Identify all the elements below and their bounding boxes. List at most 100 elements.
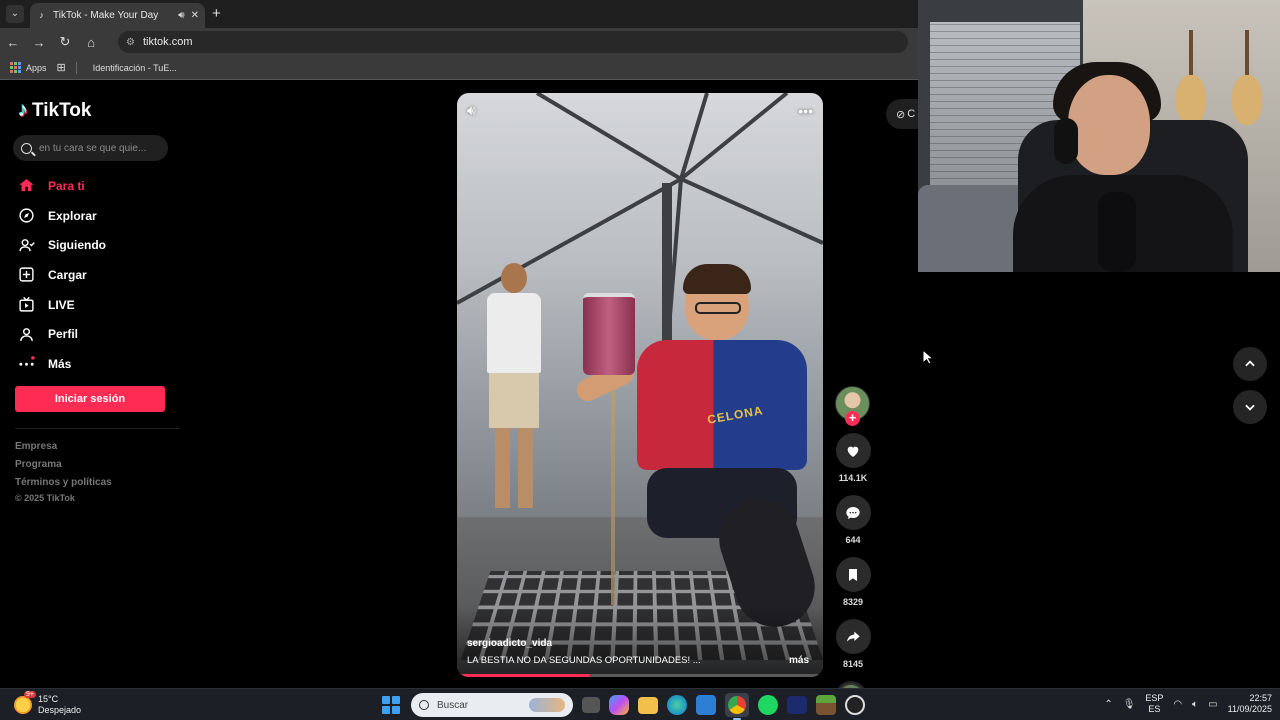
minecraft-icon[interactable] — [816, 695, 836, 715]
close-tab-icon[interactable]: ✕ — [191, 10, 199, 21]
obs-icon[interactable] — [845, 695, 865, 715]
new-tab-button[interactable]: + — [212, 5, 221, 22]
search-bar[interactable] — [13, 135, 168, 161]
nav-label: LIVE — [48, 297, 75, 312]
like-count: 114.1K — [838, 473, 868, 483]
bookmark-grid-icon[interactable]: ⊞ — [57, 61, 66, 74]
url-text: tiktok.com — [142, 36, 193, 48]
previous-video-button[interactable] — [1233, 347, 1267, 381]
video-progress-bar[interactable] — [457, 674, 823, 677]
nav-item-siguiendo[interactable]: Siguiendo — [18, 230, 106, 260]
follow-plus-icon[interactable]: + — [845, 411, 860, 426]
nav-label: Siguiendo — [48, 238, 106, 253]
share-icon — [847, 631, 860, 642]
search-icon — [21, 142, 32, 154]
bookmark-identificacion-label: Identificación - TuE... — [92, 62, 177, 73]
clock[interactable]: 22:57 11/09/2025 — [1228, 693, 1272, 715]
save-button[interactable] — [835, 557, 871, 592]
footer-link-empresa[interactable]: Empresa — [15, 441, 112, 459]
battery-icon[interactable]: ▭ — [1208, 699, 1217, 710]
chevron-up-tray-icon[interactable]: ⌃ — [1104, 699, 1112, 710]
like-button[interactable] — [835, 433, 871, 468]
caption-more-link[interactable]: más — [789, 655, 809, 666]
volume-icon[interactable]: 🔊︎ — [467, 102, 476, 119]
address-bar[interactable]: ⚙ tiktok.com — [118, 31, 908, 53]
more-options-icon[interactable]: ••• — [798, 103, 813, 119]
video-player[interactable]: CELONA 🔊︎ ••• sergioadicto_vida LA BESTI… — [457, 93, 823, 677]
bookmarks-bar: Apps ⊞ Identificación - TuE... — [0, 56, 918, 80]
video-caption: LA BESTIA NO DA SEGUNDAS OPORTUNIDADES! … — [467, 655, 701, 666]
keyboard-layout: ES — [1148, 704, 1161, 714]
creator-avatar[interactable]: + — [835, 386, 870, 426]
copyright-text: © 2025 TikTok — [15, 493, 75, 503]
bookmark-apps[interactable]: Apps — [10, 62, 47, 73]
share-action: 8145 — [835, 619, 871, 669]
live-icon — [18, 296, 35, 313]
search-input[interactable] — [39, 142, 159, 154]
forward-icon[interactable]: → — [26, 35, 52, 50]
compass-icon — [18, 207, 35, 224]
clock-date: 11/09/2025 — [1227, 704, 1272, 714]
store-icon[interactable] — [696, 695, 716, 715]
tiktok-logo[interactable]: ♪ TikTok — [18, 99, 91, 122]
language-indicator[interactable]: ESP ES — [1145, 693, 1163, 715]
chrome-icon[interactable] — [725, 693, 749, 720]
microphone-icon[interactable]: 🎙︎ — [1123, 699, 1136, 710]
taskbar-search-placeholder: Buscar — [437, 699, 469, 711]
nav-item-para-ti[interactable]: Para ti — [18, 171, 106, 201]
bookmark-icon — [849, 568, 857, 581]
nav-item-cargar[interactable]: Cargar — [18, 260, 106, 290]
edge-icon[interactable] — [667, 695, 687, 715]
copilot-icon[interactable] — [609, 695, 629, 715]
video-top-controls: 🔊︎ ••• — [467, 102, 813, 119]
nav-item-perfil[interactable]: Perfil — [18, 319, 106, 349]
webcam-overlay — [918, 0, 1280, 272]
tiktok-note-icon: ♪ — [18, 99, 28, 121]
weather-widget[interactable]: 9+ 15°C Despejado — [14, 691, 81, 716]
video-progress-fill — [457, 674, 589, 677]
speaker-icon[interactable]: 🔊︎ — [178, 10, 184, 21]
wifi-icon[interactable]: ◠ — [1173, 699, 1182, 710]
heart-icon — [847, 446, 859, 457]
search-highlight-icon — [529, 698, 565, 712]
tiktok-page: ♪ TikTok Para ti Explorar — [0, 81, 926, 713]
nav-label: Cargar — [48, 267, 87, 282]
windows-start-icon[interactable] — [380, 694, 402, 716]
tab-search-button[interactable]: ⌄ — [6, 5, 24, 23]
site-info-icon[interactable]: ⚙ — [126, 37, 135, 48]
spotify-icon[interactable] — [758, 695, 778, 715]
footer-links: Empresa Programa Términos y políticas © … — [15, 441, 112, 511]
login-button[interactable]: Iniciar sesión — [15, 386, 165, 412]
task-view-icon[interactable] — [582, 697, 600, 713]
volume-tray-icon[interactable]: 🔈︎ — [1192, 699, 1198, 710]
share-button[interactable] — [835, 619, 871, 654]
paint-can — [583, 293, 635, 375]
file-explorer-icon[interactable] — [638, 696, 658, 714]
system-tray: ⌃ 🎙︎ ESP ES ◠ 🔈︎ ▭ 22:57 11/09/2025 — [1104, 693, 1272, 715]
next-video-button[interactable] — [1233, 390, 1267, 424]
bookmark-identificacion[interactable]: Identificación - TuE... — [93, 63, 177, 73]
reload-icon[interactable]: ↻ — [52, 34, 78, 50]
app-icon-blue[interactable] — [787, 696, 807, 714]
language-code: ESP — [1145, 693, 1164, 703]
footer-link-programa[interactable]: Programa — [15, 459, 112, 477]
back-icon[interactable]: ← — [0, 35, 26, 50]
home-browser-icon[interactable]: ⌂ — [78, 35, 104, 50]
browser-tab[interactable]: ♪ TikTok - Make Your Day 🔊︎ ✕ — [30, 3, 205, 28]
taskbar-search[interactable]: Buscar — [411, 693, 573, 717]
tab-title: TikTok - Make Your Day — [53, 10, 159, 21]
logo-text: TikTok — [32, 99, 92, 121]
comment-icon — [846, 506, 860, 519]
comment-button[interactable] — [835, 495, 871, 530]
weather-badge: 9+ — [24, 691, 36, 698]
video-author[interactable]: sergioadicto_vida — [467, 638, 552, 649]
following-icon — [18, 237, 35, 254]
action-bar: + 114.1K 644 8329 8145 — [835, 386, 871, 713]
nav-item-live[interactable]: LIVE — [18, 290, 106, 320]
more-icon — [18, 355, 35, 372]
sun-icon: 9+ — [14, 691, 36, 714]
temperature: 15°C — [38, 694, 59, 704]
nav-item-explorar[interactable]: Explorar — [18, 201, 106, 231]
upload-icon — [18, 266, 35, 283]
nav-item-mas[interactable]: Más — [18, 349, 106, 379]
